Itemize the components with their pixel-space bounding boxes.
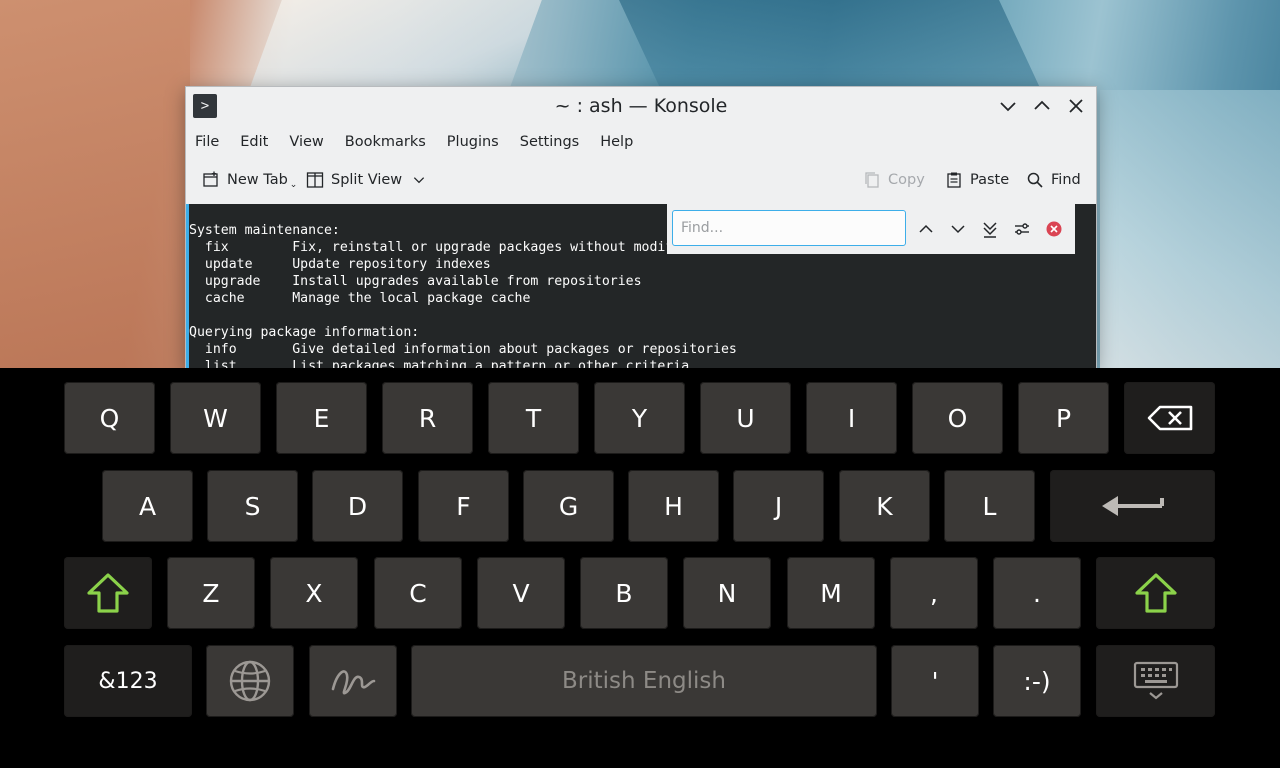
paste-icon [947,172,961,188]
settings-sliders-icon [1015,223,1029,235]
shift-key-left[interactable] [64,557,152,629]
minimize-button[interactable] [997,95,1019,117]
find-button[interactable]: Find [1026,167,1081,193]
menu-help[interactable]: Help [600,134,633,150]
close-find-button[interactable] [1043,218,1065,240]
key-l[interactable]: L [944,470,1035,542]
copy-icon [865,172,879,188]
key-v[interactable]: V [477,557,565,629]
key-apostrophe[interactable]: ' [891,645,979,717]
key-u[interactable]: U [700,382,791,454]
key-z[interactable]: Z [167,557,255,629]
copy-button[interactable]: Copy [863,167,925,193]
key-i[interactable]: I [806,382,897,454]
find-next-button[interactable] [947,218,969,240]
key-s[interactable]: S [207,470,298,542]
key-g[interactable]: G [523,470,614,542]
shift-icon [1134,573,1177,613]
split-view-label: Split View [331,172,403,188]
find-options-button[interactable] [1011,218,1033,240]
virtual-keyboard: Q W E R T Y U I O P A S D F G H J K L Z … [0,368,1280,768]
smiley-key[interactable]: :-) [993,645,1081,717]
key-q[interactable]: Q [64,382,155,454]
key-k[interactable]: K [839,470,930,542]
key-period[interactable]: . [993,557,1081,629]
split-view-button[interactable]: Split View [306,167,426,193]
close-circle-icon [1046,221,1062,237]
key-a[interactable]: A [102,470,193,542]
menu-view[interactable]: View [289,134,323,150]
shift-icon [87,573,129,613]
double-chevron-down-icon [983,222,997,238]
chevron-down-icon [414,177,425,184]
find-input[interactable] [672,210,906,246]
swipe-key[interactable] [309,645,397,717]
paste-button[interactable]: Paste [945,167,1009,193]
find-all-button[interactable] [979,218,1001,240]
find-bar [667,204,1075,254]
key-t[interactable]: T [488,382,579,454]
enter-key[interactable] [1050,470,1215,542]
chevron-up-icon [1034,100,1050,110]
new-tab-icon [203,171,218,187]
key-p[interactable]: P [1018,382,1109,454]
titlebar[interactable]: > ~ : ash — Konsole [186,87,1096,125]
key-m[interactable]: M [787,557,875,629]
chevron-up-icon [919,224,933,233]
symbols-key[interactable]: &123 [64,645,192,717]
enter-icon [1101,496,1164,516]
swipe-icon [331,670,376,695]
find-label: Find [1051,172,1081,188]
find-previous-button[interactable] [915,218,937,240]
key-j[interactable]: J [733,470,824,542]
language-key[interactable] [206,645,294,717]
konsole-window: > ~ : ash — Konsole File Edit View Bookm… [185,86,1097,369]
menu-plugins[interactable]: Plugins [447,134,499,150]
key-n[interactable]: N [683,557,771,629]
shift-key-right[interactable] [1096,557,1215,629]
backspace-key[interactable] [1124,382,1215,454]
toolbar: New Tab ⌄ Split View Copy Paste Find [186,159,1096,201]
key-x[interactable]: X [270,557,358,629]
hide-keyboard-icon [1133,661,1178,700]
space-key[interactable]: British English [411,645,877,717]
split-view-icon [306,172,324,188]
close-icon [1069,99,1083,113]
new-tab-dropdown-icon[interactable]: ⌄ [290,180,298,190]
key-r[interactable]: R [382,382,473,454]
globe-icon [229,660,271,702]
backspace-icon [1147,405,1192,431]
key-h[interactable]: H [628,470,719,542]
menu-bookmarks[interactable]: Bookmarks [345,134,426,150]
key-f[interactable]: F [418,470,509,542]
key-e[interactable]: E [276,382,367,454]
key-d[interactable]: D [312,470,403,542]
key-w[interactable]: W [170,382,261,454]
close-button[interactable] [1065,95,1087,117]
new-tab-button[interactable]: New Tab ⌄ [202,167,297,193]
key-o[interactable]: O [912,382,1003,454]
hide-keyboard-key[interactable] [1096,645,1215,717]
new-tab-label: New Tab [227,172,288,188]
maximize-button[interactable] [1031,95,1053,117]
window-title: ~ : ash — Konsole [554,95,728,117]
key-b[interactable]: B [580,557,668,629]
menu-settings[interactable]: Settings [520,134,579,150]
search-icon [1027,172,1043,188]
menu-edit[interactable]: Edit [240,134,268,150]
paste-label: Paste [970,172,1010,188]
menu-file[interactable]: File [195,134,219,150]
key-y[interactable]: Y [594,382,685,454]
chevron-down-icon [1000,102,1016,112]
chevron-down-icon [951,225,965,234]
key-comma[interactable]: , [890,557,978,629]
menubar: File Edit View Bookmarks Plugins Setting… [186,125,1096,159]
key-c[interactable]: C [374,557,462,629]
copy-label: Copy [888,172,925,188]
